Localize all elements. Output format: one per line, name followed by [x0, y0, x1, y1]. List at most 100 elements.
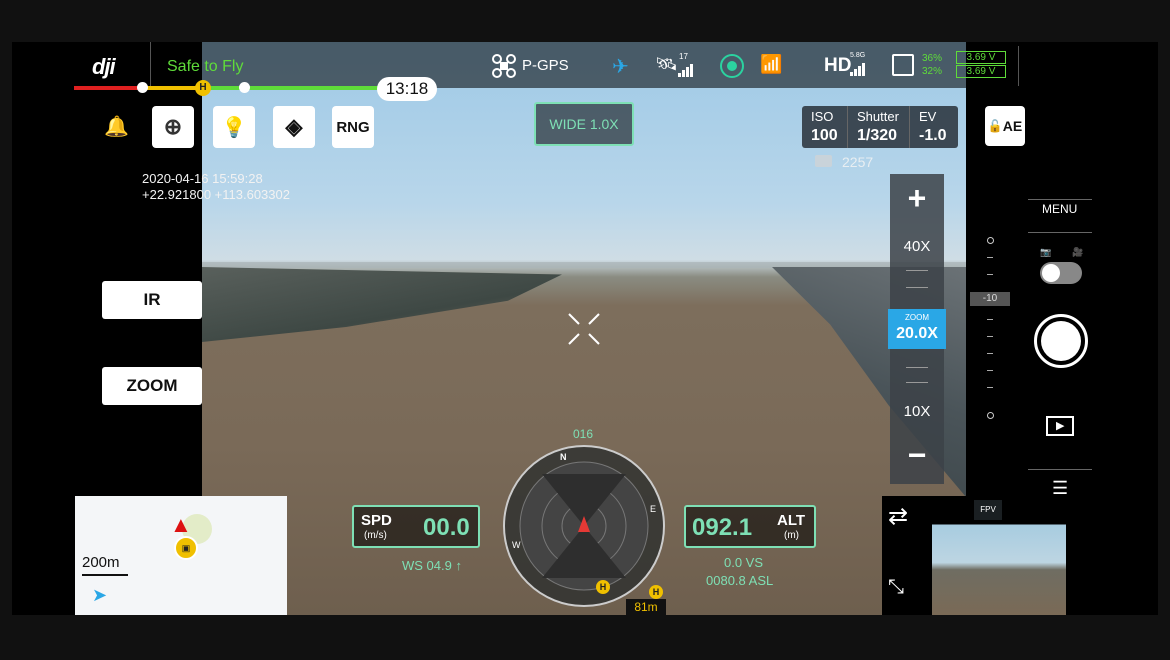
divider [1028, 232, 1092, 233]
gimbal-pitch-value: -10 [970, 292, 1010, 306]
ev-label: EV [919, 109, 937, 124]
scale-bottom-dot [987, 412, 994, 419]
aircraft-position-icon: ▲ [170, 512, 192, 537]
speed-value: 00.0 [423, 514, 470, 541]
coordinates-overlay: +22.921800 +113.603302 [142, 187, 290, 202]
battery-percent-2: 32% [922, 66, 943, 77]
divider [1028, 469, 1092, 470]
battery-red-segment [74, 86, 144, 90]
lock-icon: 🔓 [987, 119, 1003, 133]
timestamp-overlay: 2020-04-16 15:59:28 [142, 171, 263, 186]
altitude-value: 092.1 [692, 514, 753, 541]
shutter-label: Shutter [857, 109, 899, 124]
map-scale-bar [82, 574, 128, 576]
zoom-tick [906, 270, 928, 271]
iso-label: ISO [811, 109, 834, 124]
speed-label: SPD [361, 512, 392, 529]
zoom-tick [906, 367, 928, 368]
gimbal-mode-button[interactable]: ⊕ [152, 106, 194, 148]
landing-marker [239, 82, 250, 93]
home-distance: 81m [626, 599, 666, 615]
scale-tick [987, 370, 993, 371]
hd-label: HD [824, 55, 852, 76]
aircraft-icon [492, 54, 516, 78]
scale-tick [987, 274, 993, 275]
obstacle-sensing-icon[interactable] [719, 53, 745, 79]
sd-card-icon [815, 155, 832, 167]
compass-north-label: N [560, 452, 567, 462]
home-direction-icon: H [596, 580, 610, 594]
menu-button[interactable]: MENU [1042, 202, 1077, 216]
divider [909, 106, 910, 148]
remote-controller-icon[interactable]: 📶 [760, 54, 782, 75]
photo-video-toggle[interactable] [1040, 262, 1082, 284]
remote-location-icon: ▣ [174, 536, 198, 560]
flight-status[interactable]: Safe to Fly [167, 58, 243, 76]
diamond-nav-icon: ◈ [285, 114, 303, 139]
minimize-icon[interactable]: ⤡ [888, 576, 904, 599]
zoom-level-10x[interactable]: 10X [890, 403, 944, 420]
altitude-label: ALT [777, 512, 806, 529]
app-frame: dji Safe to Fly H 13:18 P-GPS ✈ 🛰 17 📶 H… [12, 42, 1158, 615]
lightbulb-icon: 💡 [221, 116, 247, 139]
attitude-compass[interactable] [502, 444, 666, 608]
camera-lens-mode[interactable]: WIDE 1.0X [534, 102, 634, 146]
home-point-marker-icon: H [649, 585, 663, 599]
zoom-in-button[interactable]: + [890, 180, 944, 217]
divider [1028, 199, 1092, 200]
scale-tick [987, 353, 993, 354]
wind-speed: WS 04.9 ↑ [402, 558, 462, 573]
cell-voltage-1: 3.69 V [956, 51, 1006, 64]
compass-east-label: E [650, 504, 657, 514]
divider [150, 42, 151, 88]
zoom-mode-button[interactable]: ZOOM [102, 367, 202, 405]
heading-value: 016 [573, 427, 594, 441]
zoom-value: 20.0X [896, 325, 938, 342]
home-point-icon: H [195, 80, 211, 96]
zoom-tick [906, 287, 928, 288]
zoom-tick [906, 382, 928, 383]
video-mode-icon: 🎥 [1072, 247, 1084, 257]
spotlight-button[interactable]: 💡 [213, 106, 255, 148]
flight-mode-icon[interactable]: ✈ [612, 54, 629, 79]
notification-bell-icon[interactable]: 🔔 [104, 114, 129, 139]
video-signal-icon [850, 63, 865, 81]
zoom-caption: ZOOM [905, 313, 929, 322]
dji-logo[interactable]: dji [92, 54, 116, 80]
satellite-count: 17 [679, 52, 688, 61]
crosshair-icon [568, 313, 600, 345]
shutter-value: 1/320 [857, 127, 898, 144]
cell-voltage-2: 3.69 V [956, 65, 1006, 78]
battery-icon[interactable] [892, 54, 914, 76]
divider [847, 106, 848, 148]
ir-button[interactable]: IR [102, 281, 202, 319]
ae-lock-button[interactable]: 🔓 AE [985, 106, 1025, 146]
zoom-level-40x[interactable]: 40X [890, 238, 944, 255]
play-icon: ▶ [1056, 420, 1065, 432]
toggle-knob [1042, 264, 1060, 282]
waypoint-button[interactable]: ◈ [273, 106, 315, 148]
battery-percent-1: 36% [922, 53, 943, 64]
scale-tick [987, 336, 993, 337]
swap-view-icon[interactable]: ⇄ [888, 502, 908, 531]
playback-button[interactable]: ▶ [1046, 416, 1074, 436]
flight-time: 13:18 [377, 77, 437, 101]
map-compass-icon[interactable]: ➤ [92, 585, 107, 606]
iso-value: 100 [811, 127, 838, 144]
zoom-out-button[interactable]: − [890, 437, 944, 474]
rth-marker [137, 82, 148, 93]
altitude-unit: (m) [784, 530, 799, 541]
satellite-signal-icon [678, 64, 693, 82]
rng-button[interactable]: RNG [332, 106, 374, 148]
satellite-icon[interactable]: 🛰 [655, 54, 678, 75]
shutter-button[interactable] [1034, 314, 1088, 368]
ev-value: -1.0 [919, 127, 947, 144]
shutter-inner [1041, 321, 1081, 361]
scale-tick [987, 387, 993, 388]
vertical-speed: 0.0 VS [724, 555, 764, 570]
hd-band: 5.8G [850, 52, 866, 59]
scale-tick [987, 319, 993, 320]
scale-top-dot [987, 237, 994, 244]
gps-mode[interactable]: P-GPS [522, 57, 569, 74]
gimbal-icon: ⊕ [163, 114, 183, 139]
